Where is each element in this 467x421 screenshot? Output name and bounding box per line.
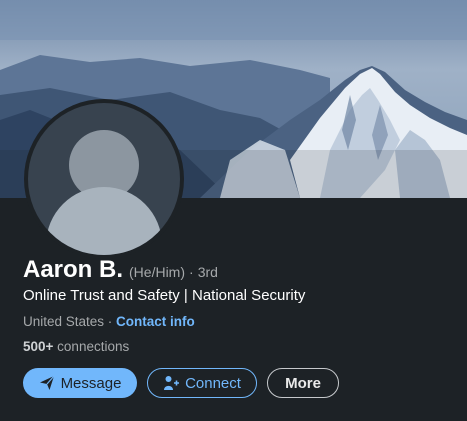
connections-label: connections <box>53 339 130 354</box>
connection-degree: 3rd <box>197 264 218 280</box>
separator-dot: · <box>189 264 194 280</box>
profile-headline: Online Trust and Safety | National Secur… <box>23 287 306 304</box>
add-person-icon <box>163 375 180 391</box>
message-button-label: Message <box>60 374 122 392</box>
connect-button-label: Connect <box>185 374 241 392</box>
name-row: Aaron B. (He/Him) · 3rd <box>23 256 218 284</box>
profile-pronouns: (He/Him) <box>129 264 186 280</box>
location-separator: · <box>104 314 117 329</box>
connections-count[interactable]: 500+ connections <box>23 339 129 354</box>
connections-number: 500+ <box>23 339 54 354</box>
message-button[interactable]: Message <box>23 368 137 398</box>
default-avatar-icon <box>28 103 180 255</box>
profile-actions: Message Connect More <box>23 368 339 398</box>
send-icon <box>39 375 55 391</box>
location-row: United States · Contact info <box>23 314 195 329</box>
avatar[interactable] <box>24 99 184 259</box>
contact-info-link[interactable]: Contact info <box>116 314 195 329</box>
profile-name: Aaron B. <box>23 256 124 283</box>
connect-button[interactable]: Connect <box>147 368 257 398</box>
more-button-label: More <box>285 374 321 392</box>
more-button[interactable]: More <box>267 368 339 398</box>
avatar-body <box>46 187 162 255</box>
profile-location: United States <box>23 314 105 329</box>
